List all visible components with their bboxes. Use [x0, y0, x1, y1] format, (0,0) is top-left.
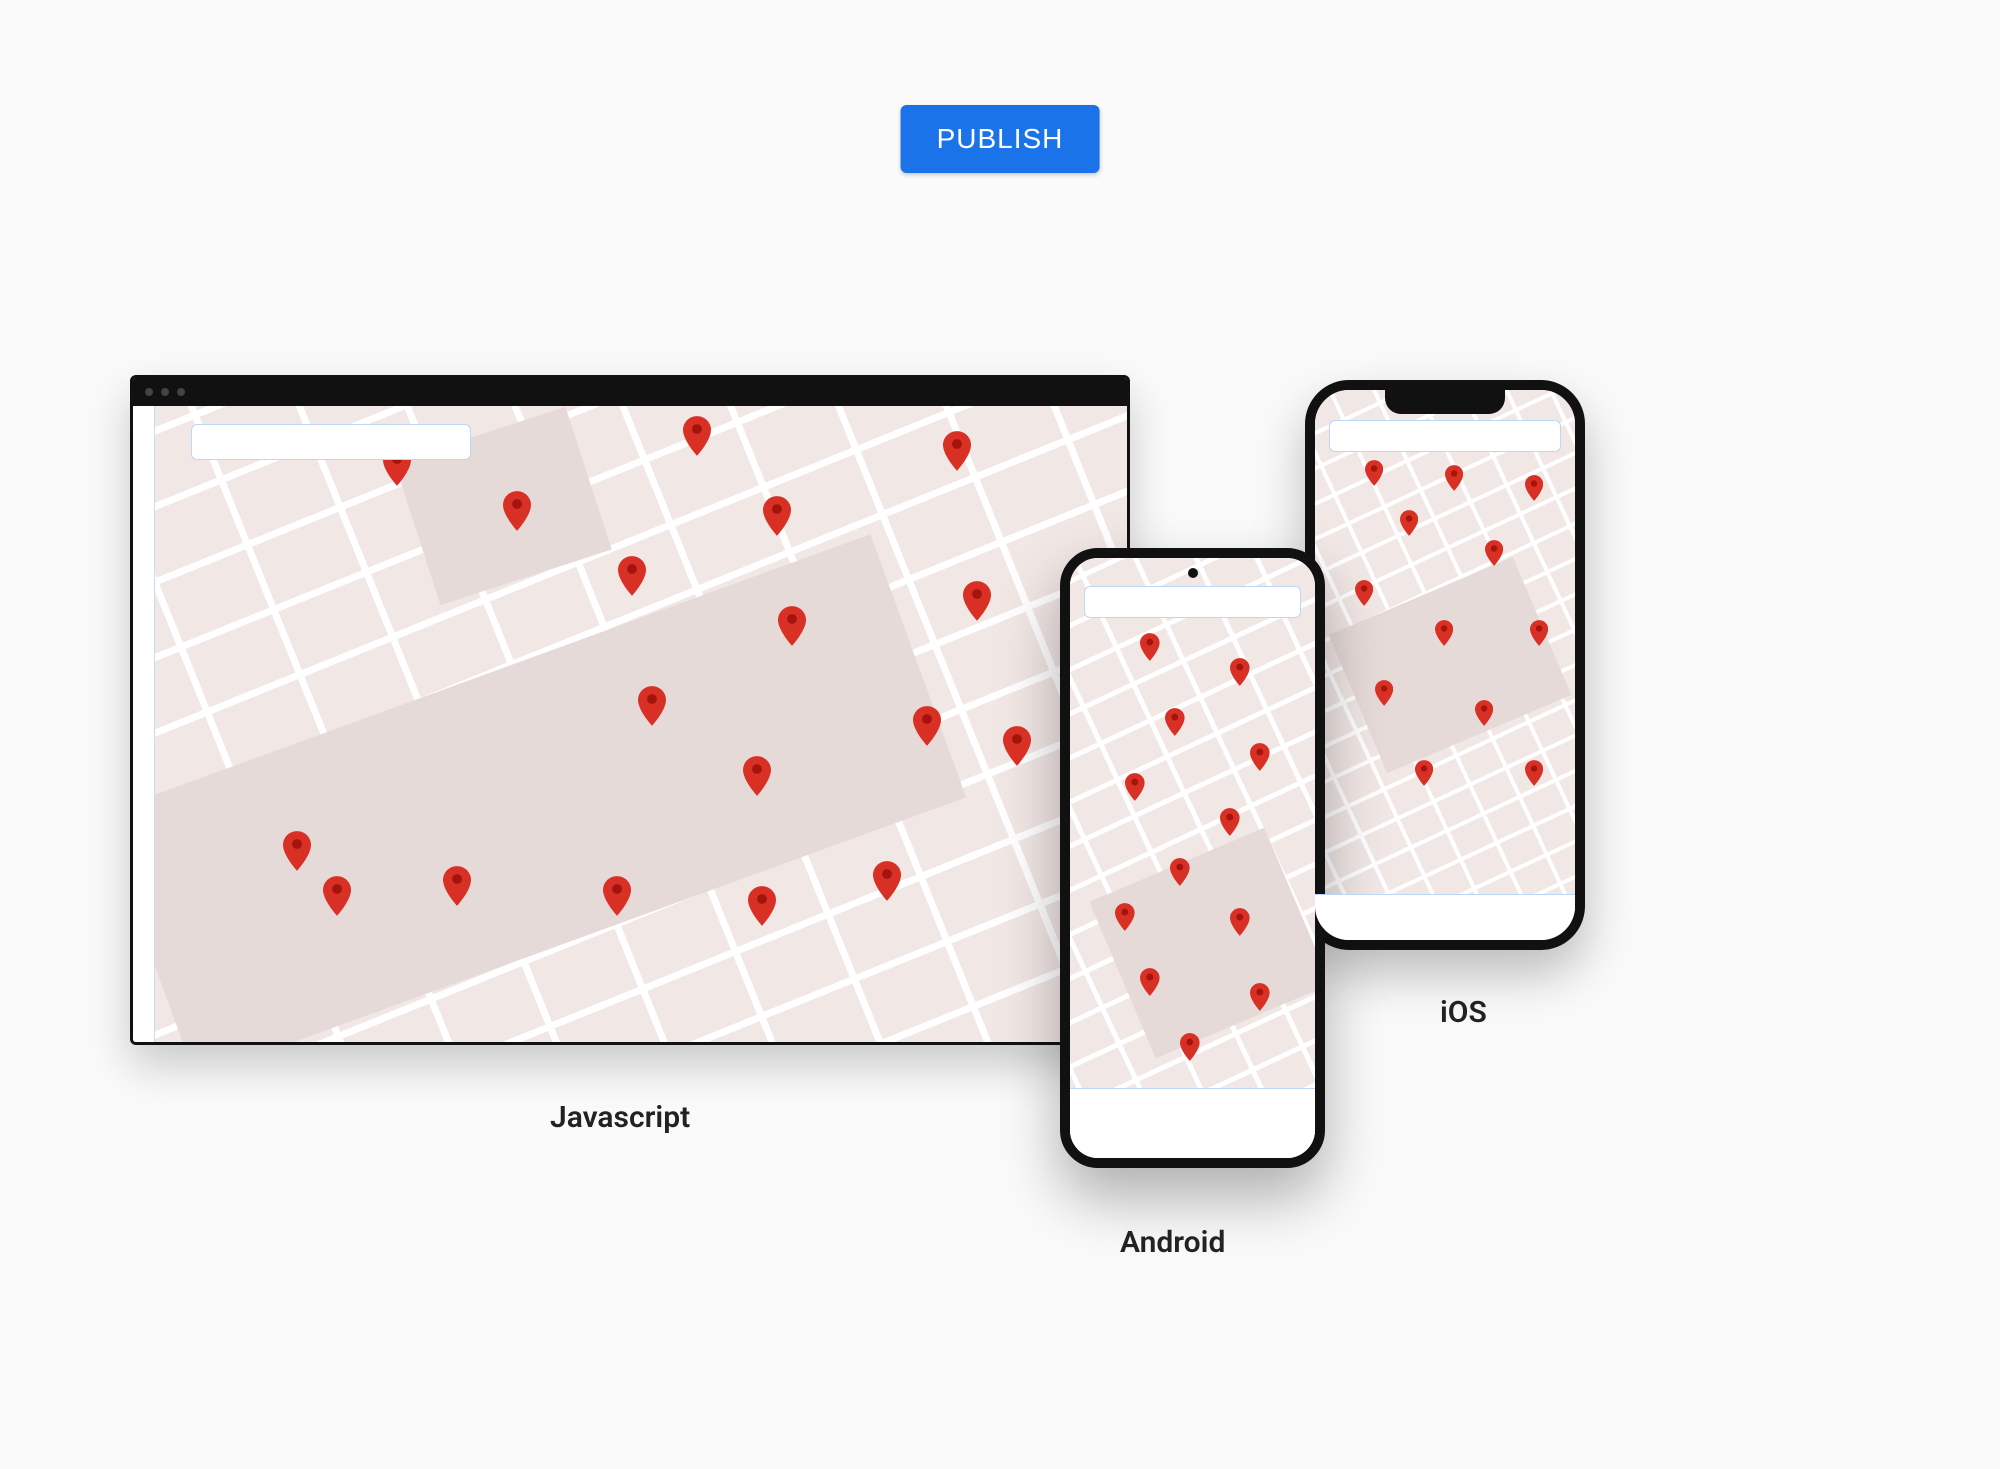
map-pin-icon[interactable] — [1365, 460, 1383, 486]
map-pin-icon[interactable] — [763, 496, 791, 536]
window-dot — [177, 388, 185, 396]
ios-search-input[interactable] — [1329, 420, 1561, 452]
map-pin-icon[interactable] — [1400, 510, 1418, 536]
map-pin-icon[interactable] — [603, 876, 631, 916]
ios-viewport — [1315, 390, 1575, 940]
map-pin-icon[interactable] — [1250, 743, 1270, 771]
map-pin-icon[interactable] — [1485, 540, 1503, 566]
map-pin-icon[interactable] — [683, 416, 711, 456]
map-pin-icon[interactable] — [1170, 858, 1190, 886]
browser-map[interactable] — [133, 406, 1127, 1042]
map-pin-icon[interactable] — [323, 876, 351, 916]
map-pin-icon[interactable] — [1140, 633, 1160, 661]
browser-search-input[interactable] — [191, 424, 471, 460]
android-bottom-bar — [1070, 1088, 1315, 1158]
map-pin-icon[interactable] — [638, 686, 666, 726]
map-pin-icon[interactable] — [963, 581, 991, 621]
map-pin-icon[interactable] — [943, 431, 971, 471]
map-pin-icon[interactable] — [1250, 983, 1270, 1011]
map-pin-icon[interactable] — [1525, 475, 1543, 501]
browser-viewport — [133, 406, 1127, 1042]
map-pin-icon[interactable] — [1375, 680, 1393, 706]
map-pin-icon[interactable] — [873, 861, 901, 901]
map-pin-icon[interactable] — [1115, 903, 1135, 931]
map-pin-icon[interactable] — [1415, 760, 1433, 786]
android-map[interactable] — [1070, 558, 1315, 1158]
android-search-input[interactable] — [1084, 586, 1301, 618]
window-dot — [161, 388, 169, 396]
device-javascript — [130, 375, 1130, 1045]
window-dot — [145, 388, 153, 396]
map-pin-icon[interactable] — [748, 886, 776, 926]
map-pin-icon[interactable] — [1475, 700, 1493, 726]
ios-bottom-bar — [1315, 894, 1575, 940]
android-camera-dot — [1188, 568, 1198, 578]
map-pin-icon[interactable] — [1230, 658, 1250, 686]
caption-javascript: Javascript — [550, 1100, 690, 1135]
map-pin-icon[interactable] — [443, 866, 471, 906]
device-android — [1060, 548, 1325, 1168]
map-pin-icon[interactable] — [743, 756, 771, 796]
map-pin-icon[interactable] — [1125, 773, 1145, 801]
caption-android: Android — [1120, 1225, 1225, 1260]
map-pin-icon[interactable] — [1355, 580, 1373, 606]
map-pin-icon[interactable] — [913, 706, 941, 746]
caption-ios: iOS — [1440, 995, 1487, 1030]
map-pin-icon[interactable] — [1180, 1033, 1200, 1061]
device-ios — [1305, 380, 1585, 950]
map-pin-icon[interactable] — [1530, 620, 1548, 646]
map-pin-icon[interactable] — [1140, 968, 1160, 996]
map-pin-icon[interactable] — [778, 606, 806, 646]
publish-button[interactable]: PUBLISH — [901, 105, 1100, 173]
map-pin-icon[interactable] — [1435, 620, 1453, 646]
map-pin-icon[interactable] — [1525, 760, 1543, 786]
map-pin-icon[interactable] — [503, 491, 531, 531]
ios-notch — [1385, 388, 1505, 414]
browser-titlebar — [133, 378, 1127, 406]
map-pin-icon[interactable] — [1165, 708, 1185, 736]
browser-left-gutter — [133, 406, 155, 1042]
map-pin-icon[interactable] — [283, 831, 311, 871]
map-pin-icon[interactable] — [1230, 908, 1250, 936]
android-viewport — [1070, 558, 1315, 1158]
map-pin-icon[interactable] — [1445, 465, 1463, 491]
map-pin-icon[interactable] — [618, 556, 646, 596]
map-pin-icon[interactable] — [1003, 726, 1031, 766]
map-pin-icon[interactable] — [1220, 808, 1240, 836]
